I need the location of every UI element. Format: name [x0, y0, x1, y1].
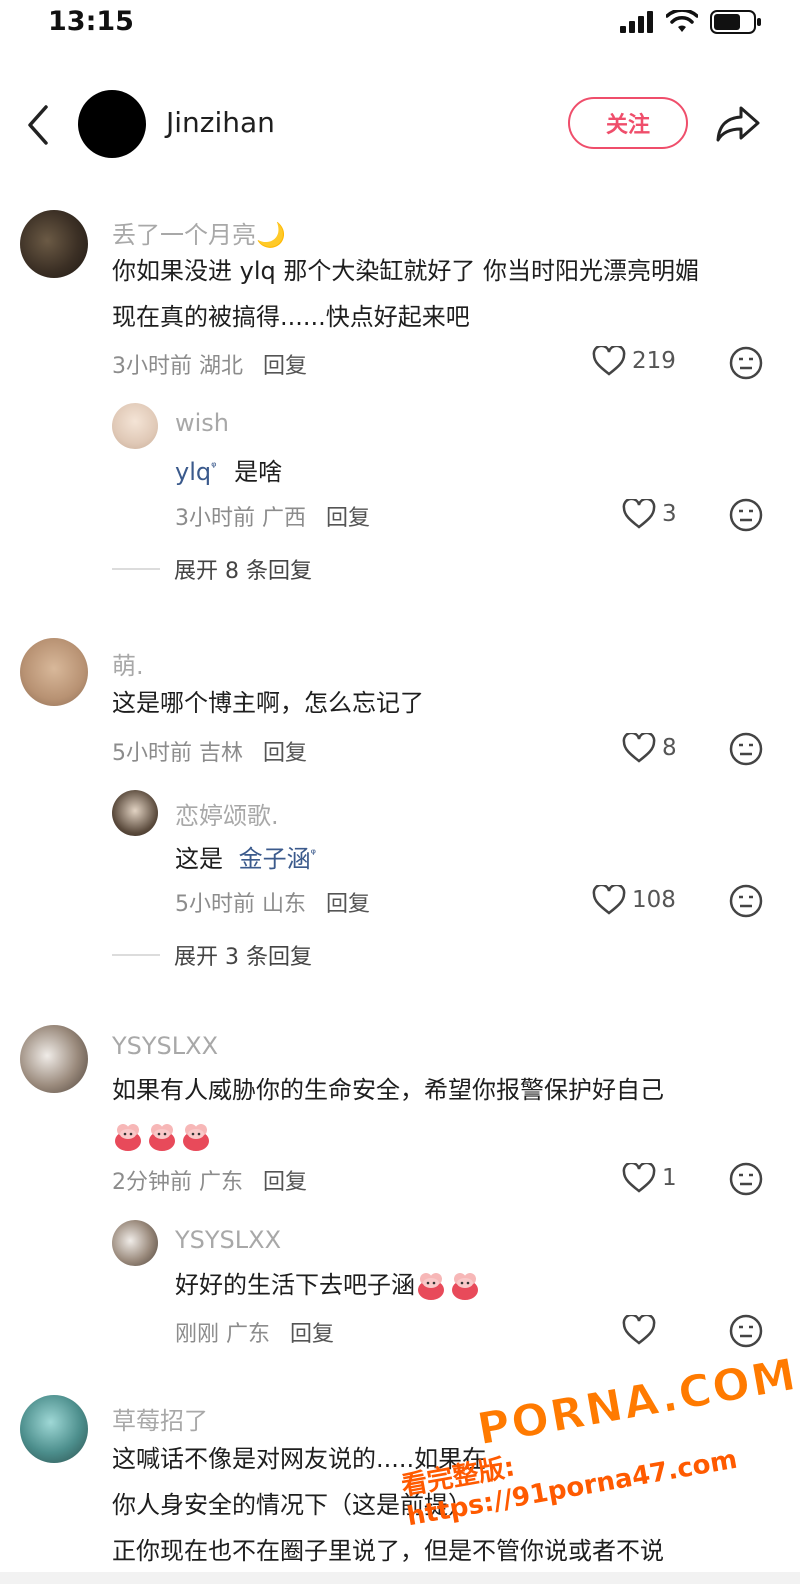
avatar[interactable] — [112, 403, 158, 449]
comment-username[interactable]: YSYSLXX — [112, 1032, 218, 1060]
comment-meta: 2分钟前 广东 回复 — [112, 1170, 308, 1195]
emoji-reaction-icon[interactable] — [728, 1313, 764, 1349]
like-button[interactable]: 3 — [622, 499, 677, 529]
emoji-reaction-icon[interactable] — [728, 731, 764, 767]
follow-button[interactable]: 关注 — [568, 97, 688, 149]
emoji-reaction-icon[interactable] — [728, 497, 764, 533]
reply-username[interactable]: 恋婷颂歌. — [175, 796, 279, 831]
reply-button[interactable]: 回复 — [326, 892, 370, 917]
wifi-icon — [666, 10, 698, 32]
reply-button[interactable]: 回复 — [290, 1322, 334, 1347]
avatar[interactable] — [20, 210, 88, 278]
watermark: PORNA.COM 看完整版: https://91porna47.com — [390, 1349, 800, 1533]
chevron-left-icon — [28, 105, 48, 145]
like-button[interactable]: 8 — [622, 733, 677, 763]
heart-icon — [622, 1163, 656, 1193]
like-button[interactable]: 1 — [622, 1163, 677, 1193]
comment-text: 如果有人威胁你的生命安全，希望你报警保护好自己 — [112, 1076, 664, 1104]
avatar[interactable] — [20, 638, 88, 706]
comment-meta: 5小时前 吉林 回复 — [112, 741, 308, 766]
avatar[interactable] — [20, 1025, 88, 1093]
heart-icon — [592, 885, 626, 915]
heart-icon — [592, 346, 626, 376]
pig-emoji-icon — [115, 1124, 141, 1151]
reply-button[interactable]: 回复 — [263, 741, 307, 766]
like-count: 1 — [662, 1165, 677, 1191]
mention-link[interactable]: ylqᵠ — [175, 458, 217, 486]
status-time: 13:15 — [48, 6, 134, 37]
pig-emoji-icon — [183, 1124, 209, 1151]
status-bar: 13:15 — [0, 0, 800, 50]
profile-avatar[interactable] — [78, 90, 146, 158]
like-count: 8 — [662, 735, 677, 761]
emoji-reaction-icon[interactable] — [728, 345, 764, 381]
avatar[interactable] — [112, 1220, 158, 1266]
reply-username[interactable]: YSYSLXX — [175, 1226, 281, 1254]
share-icon — [716, 106, 760, 142]
comment-text: 正你现在也不在圈子里说了，但是不管你说或者不说 — [112, 1537, 664, 1565]
share-button[interactable] — [712, 98, 764, 150]
expand-replies-button[interactable]: 展开 3 条回复 — [112, 939, 312, 971]
reply-meta: 5小时前 山东 回复 — [175, 892, 371, 917]
emoji-reaction-icon[interactable] — [728, 1161, 764, 1197]
reply-meta: 刚刚 广东 回复 — [175, 1322, 335, 1347]
battery-icon — [710, 10, 761, 34]
avatar[interactable] — [20, 1395, 88, 1463]
signal-icon — [620, 11, 653, 33]
heart-icon — [622, 733, 656, 763]
heart-icon — [622, 1315, 656, 1345]
reply-text: 好好的生活下去吧子涵 — [175, 1262, 483, 1308]
like-count: 108 — [632, 887, 676, 913]
comment-text: 现在真的被搞得......快点好起来吧 — [112, 303, 470, 331]
like-count: 3 — [662, 501, 677, 527]
pig-emoji-row — [112, 1113, 214, 1159]
reply-button[interactable]: 回复 — [326, 506, 370, 531]
like-count: 219 — [632, 348, 676, 374]
like-button[interactable]: 108 — [592, 885, 676, 915]
reply-text: 这是 金子涵ᵠ — [175, 845, 317, 873]
mention-link[interactable]: 金子涵ᵠ — [239, 845, 316, 873]
profile-username[interactable]: Jinzihan — [166, 106, 275, 139]
divider — [112, 568, 160, 570]
reply-username[interactable]: wish — [175, 409, 229, 437]
heart-icon — [622, 499, 656, 529]
pig-emoji-icon — [149, 1124, 175, 1151]
comment-meta: 3小时前 湖北 回复 — [112, 354, 308, 379]
comment-text: 你如果没进 ylq 那个大染缸就好了 你当时阳光漂亮明媚 — [112, 257, 699, 285]
reply-button[interactable]: 回复 — [263, 354, 307, 379]
pig-emoji-icon — [452, 1273, 478, 1300]
emoji-reaction-icon[interactable] — [728, 883, 764, 919]
back-button[interactable] — [18, 100, 58, 150]
avatar[interactable] — [112, 790, 158, 836]
reply-meta: 3小时前 广西 回复 — [175, 506, 371, 531]
like-button[interactable]: 219 — [592, 346, 676, 376]
comment-username[interactable]: 草莓招了 — [112, 1401, 208, 1436]
comment-username[interactable]: 丢了一个月亮🌙 — [112, 215, 286, 250]
like-button[interactable] — [622, 1315, 656, 1345]
divider — [112, 954, 160, 956]
comment-text: 这是哪个博主啊，怎么忘记了 — [112, 689, 424, 717]
reply-text: ylqᵠ 是啥 — [175, 458, 283, 486]
comment-username[interactable]: 萌. — [112, 646, 144, 681]
bottom-strip — [0, 1572, 800, 1584]
expand-replies-button[interactable]: 展开 8 条回复 — [112, 553, 312, 585]
pig-emoji-icon — [418, 1273, 444, 1300]
moon-icon: 🌙 — [256, 221, 286, 249]
reply-button[interactable]: 回复 — [263, 1170, 307, 1195]
status-icons — [620, 10, 762, 34]
